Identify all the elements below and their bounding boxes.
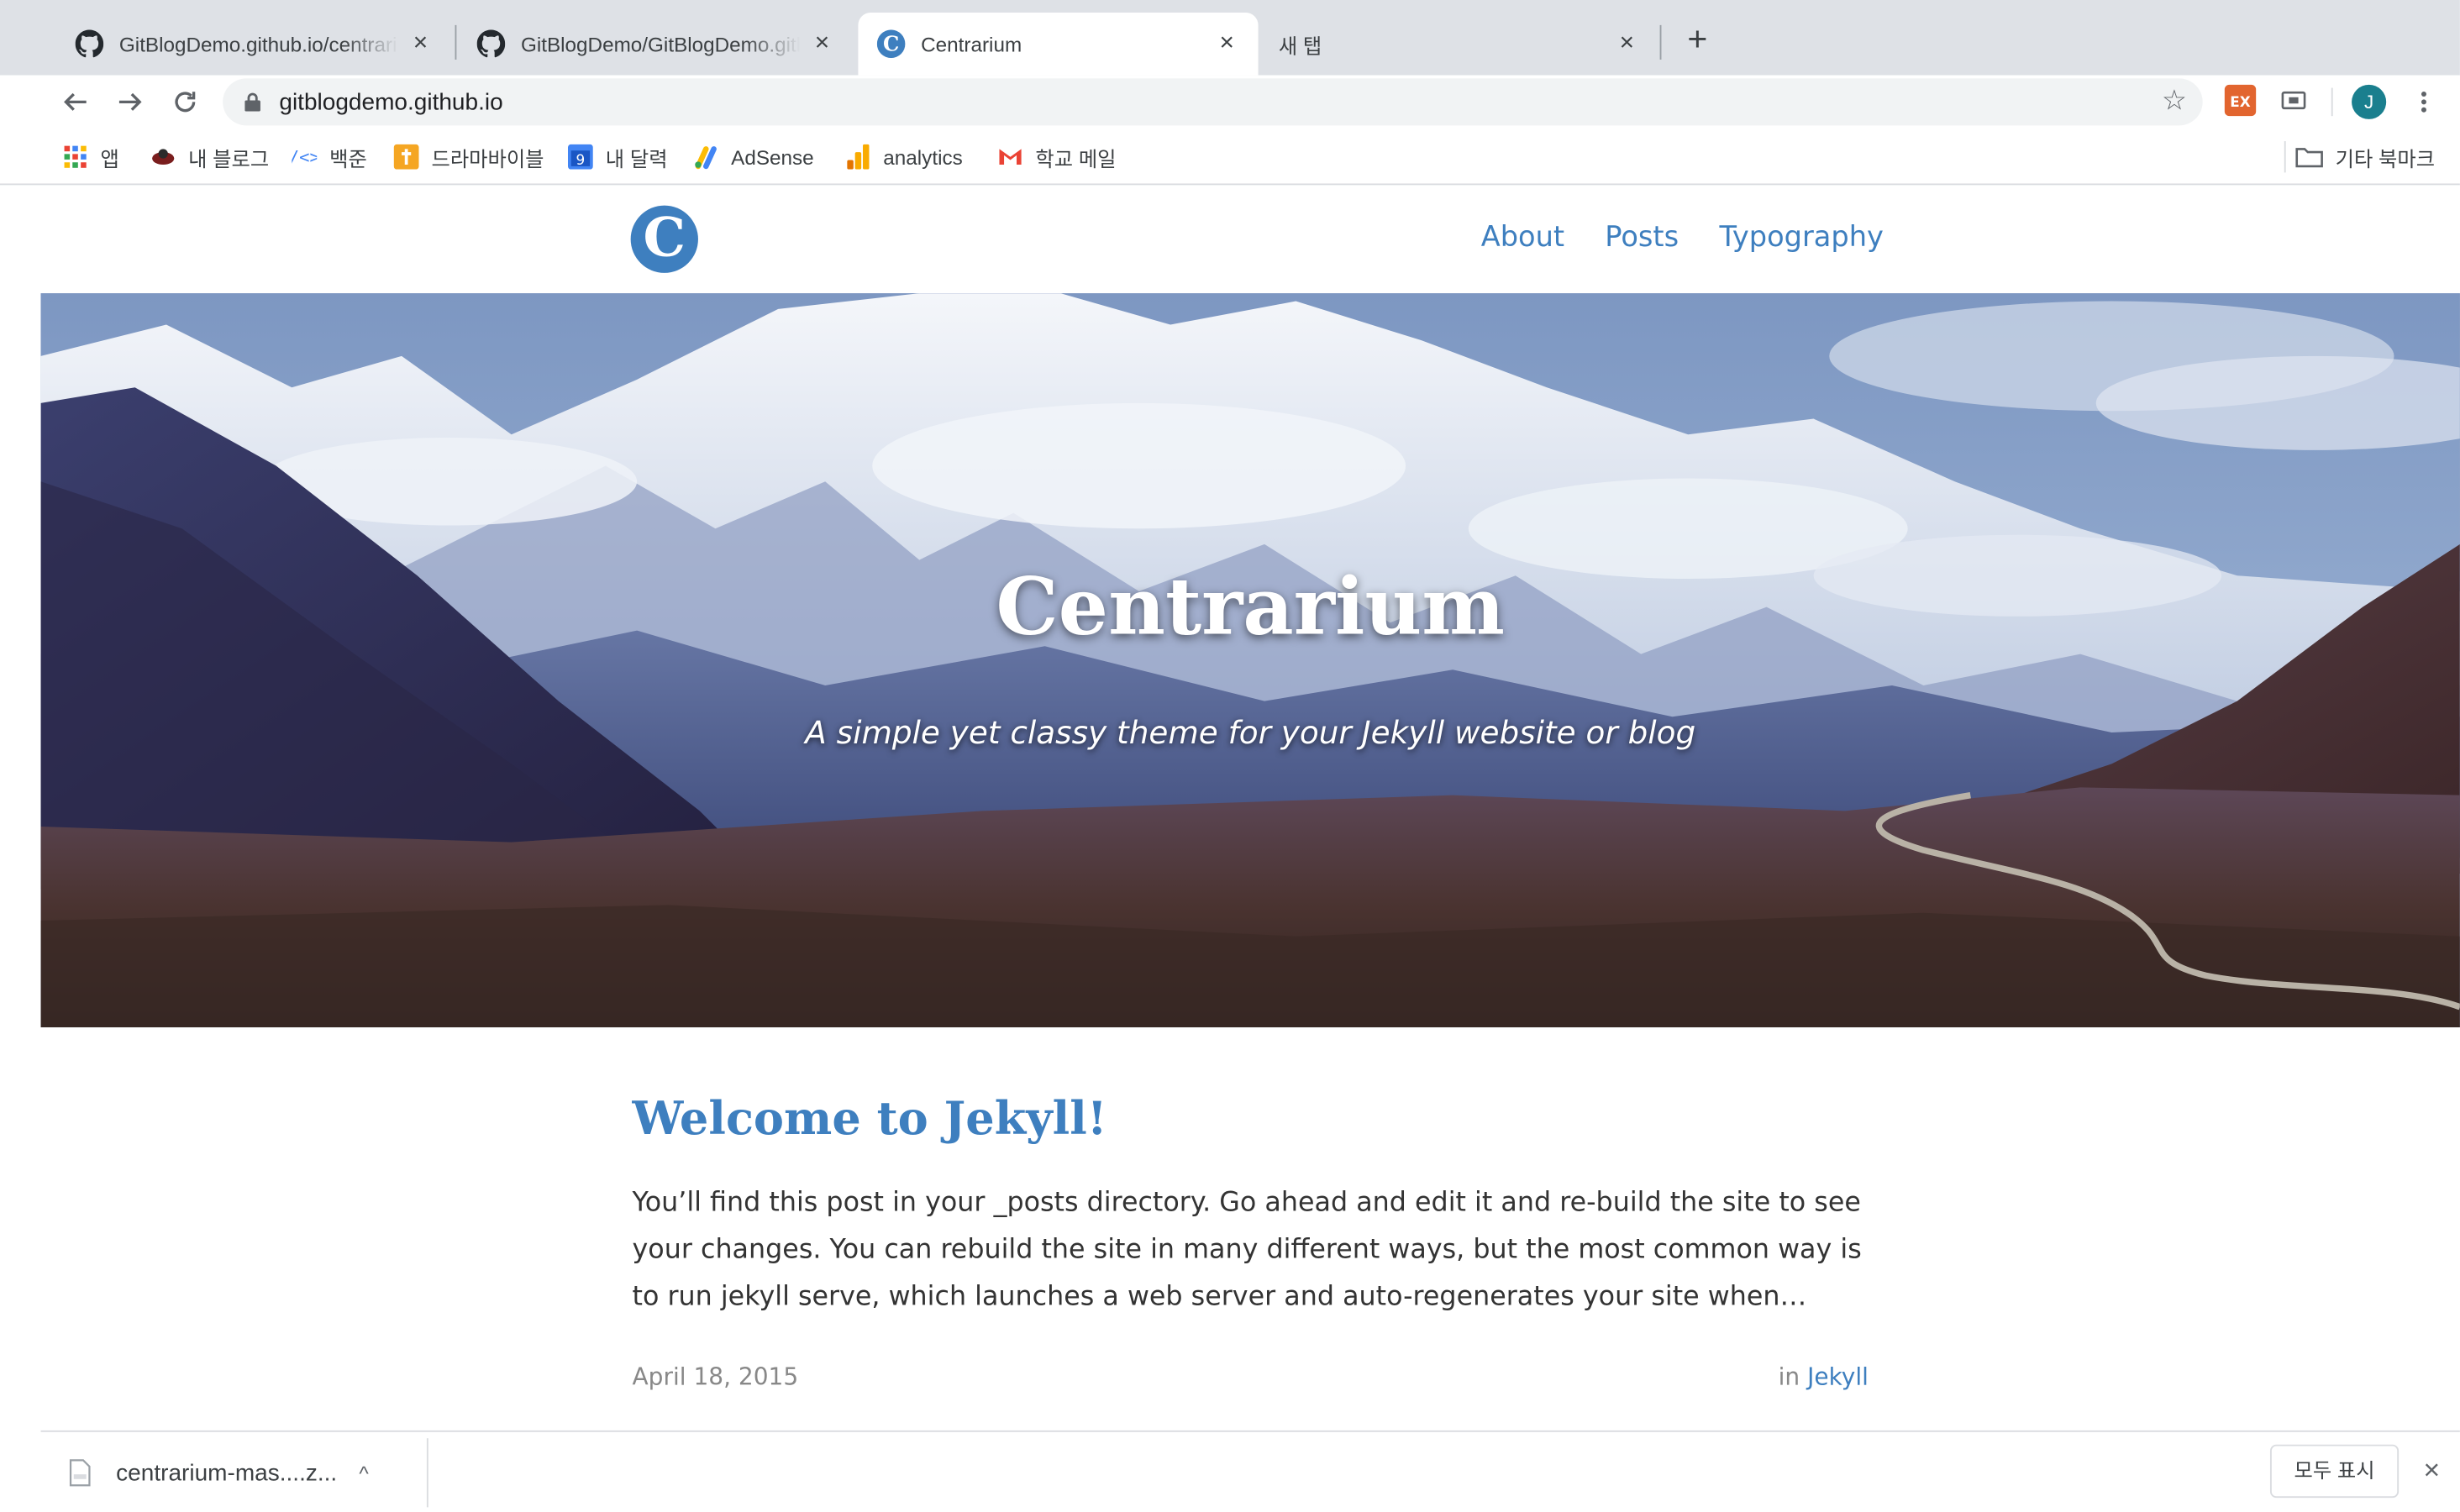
apps-grid-icon xyxy=(64,145,87,168)
mountain-landscape-image xyxy=(40,293,2460,1028)
bookmark-drama-bible[interactable]: 드라마바이블 xyxy=(393,141,544,172)
reload-button[interactable] xyxy=(165,81,206,123)
gmail-icon xyxy=(999,149,1022,165)
new-tab-button[interactable]: + xyxy=(1679,21,1716,60)
zip-file-icon xyxy=(69,1459,91,1487)
ex-extension-glyph: EX xyxy=(2230,93,2250,110)
bookmark-label: 내 블로그 xyxy=(188,146,270,171)
bookmark-my-blog[interactable]: 내 블로그 xyxy=(150,141,269,172)
close-icon[interactable]: × xyxy=(810,30,835,56)
bookmark-label: analytics xyxy=(883,144,963,169)
category-prefix: in xyxy=(1778,1362,1800,1392)
hero-banner: Centrarium A simple yet classy theme for… xyxy=(40,293,2460,1028)
bookmark-label: 앱 xyxy=(100,146,119,171)
avatar[interactable]: J xyxy=(2352,84,2387,119)
tab-centrarium[interactable]: C Centrarium × xyxy=(858,12,1259,76)
arrow-left-icon xyxy=(64,92,87,111)
tab-new-tab[interactable]: 새 탭 × xyxy=(1259,13,1658,76)
menu-button[interactable] xyxy=(2404,81,2445,123)
show-all-button[interactable]: 모두 표시 xyxy=(2269,1444,2400,1499)
post-preview: Welcome to Jekyll! You’ll find this post… xyxy=(633,1092,1872,1321)
close-icon[interactable]: × xyxy=(1214,30,1239,56)
tab-centrarium-repo[interactable]: GitBlogDemo.github.io/centrarium × xyxy=(56,13,452,76)
post-category: in Jekyll xyxy=(1779,1363,1869,1392)
close-icon[interactable]: × xyxy=(407,30,433,56)
hero-title: Centrarium xyxy=(996,559,1506,653)
extension-cast-icon[interactable] xyxy=(2278,85,2309,116)
tab-strip: GitBlogDemo.github.io/centrarium × GitBl… xyxy=(0,0,2460,76)
nav-about[interactable]: About xyxy=(1481,221,1564,254)
cast-icon xyxy=(2281,91,2306,110)
browser-window: GitBlogDemo.github.io/centrarium × GitBl… xyxy=(0,0,2460,1512)
reload-icon xyxy=(175,92,196,113)
browser-toolbar: gitblogdemo.github.io ☆ EX xyxy=(0,75,2460,129)
tab-divider xyxy=(455,24,457,60)
post-title-link[interactable]: Welcome to Jekyll! xyxy=(633,1092,1872,1145)
star-icon[interactable]: ☆ xyxy=(2162,85,2187,118)
lock-icon xyxy=(244,92,260,112)
download-shelf: centrarium-mas....z... ^ 모두 표시 × xyxy=(40,1430,2460,1512)
bookmark-label: 드라마바이블 xyxy=(431,146,544,171)
blog-icon xyxy=(152,149,175,165)
calendar-icon: 9 xyxy=(567,144,593,170)
bookmarks-bar: 앱 내 블로그 /<> 백준 드라마바이블 9 내 달력 AdSense ana… xyxy=(0,129,2460,186)
url-text: gitblogdemo.github.io xyxy=(279,88,503,116)
bookmark-my-calendar[interactable]: 9 내 달력 xyxy=(567,141,668,172)
svg-text:EX: EX xyxy=(2230,93,2250,110)
bookmark-label: AdSense xyxy=(731,144,814,169)
tab-divider xyxy=(1659,24,1662,60)
tab-title: 새 탭 xyxy=(1278,34,1322,58)
bookmark-label: 백준 xyxy=(329,146,367,171)
svg-text:C: C xyxy=(883,32,899,56)
bookmark-baekjoon[interactable]: /<> 백준 xyxy=(292,141,366,172)
github-icon xyxy=(75,29,104,58)
centrarium-favicon-icon: C xyxy=(876,29,906,59)
address-bar[interactable]: gitblogdemo.github.io ☆ xyxy=(223,78,2203,126)
nav-posts[interactable]: Posts xyxy=(1605,221,1679,254)
adsense-icon xyxy=(695,146,717,170)
analytics-icon xyxy=(847,144,870,170)
tab-title: GitBlogDemo/GitBlogDemo.github.io xyxy=(520,32,800,56)
bookmark-school-mail[interactable]: 학교 메일 xyxy=(998,141,1117,172)
bookmark-adsense[interactable]: AdSense xyxy=(693,141,814,172)
extension-ex-icon[interactable]: EX xyxy=(2224,84,2257,117)
download-filename: centrarium-mas....z... xyxy=(116,1459,338,1487)
site-header: C About Posts Typography xyxy=(40,186,2460,294)
code-icon: /<> xyxy=(292,147,317,167)
bookmark-label: 내 달력 xyxy=(605,146,668,171)
tab-title: Centrarium xyxy=(921,32,1022,56)
post-excerpt: You’ll find this post in your _posts dir… xyxy=(632,1187,1862,1313)
bookmark-apps[interactable]: 앱 xyxy=(63,141,119,172)
logo-letter: C xyxy=(643,207,686,270)
close-icon[interactable]: × xyxy=(2416,1454,2447,1485)
calendar-day: 9 xyxy=(576,151,586,168)
nav-typography[interactable]: Typography xyxy=(1720,221,1884,254)
folder-icon xyxy=(2294,148,2323,168)
bookmark-label: 기타 북마크 xyxy=(2335,146,2436,171)
site-logo[interactable]: C xyxy=(630,205,698,273)
github-icon xyxy=(476,29,506,58)
post-meta: April 18, 2015 in Jekyll xyxy=(633,1363,1872,1398)
forward-button[interactable] xyxy=(110,81,151,123)
chevron-up-icon[interactable]: ^ xyxy=(359,1461,368,1484)
tab-title: GitBlogDemo.github.io/centrarium xyxy=(118,32,399,56)
toolbar-divider xyxy=(2331,87,2333,117)
bookmark-other[interactable]: 기타 북마크 xyxy=(2294,141,2435,172)
post-date: April 18, 2015 xyxy=(632,1362,799,1392)
close-icon[interactable]: × xyxy=(1614,30,1639,56)
arrow-right-icon xyxy=(118,92,142,111)
kebab-menu-icon xyxy=(2421,92,2426,113)
bookmark-analytics[interactable]: analytics xyxy=(845,141,963,172)
drama-icon xyxy=(393,144,419,170)
bookmarks-divider xyxy=(2284,141,2286,173)
category-link[interactable]: Jekyll xyxy=(1807,1363,1869,1392)
hero-subtitle: A simple yet classy theme for your Jekyl… xyxy=(805,713,1696,752)
download-item[interactable]: centrarium-mas....z... ^ xyxy=(69,1454,369,1492)
bookmark-label: 학교 메일 xyxy=(1035,146,1117,171)
back-button[interactable] xyxy=(55,81,96,123)
tab-gitblogdemo-repo[interactable]: GitBlogDemo/GitBlogDemo.github.io × xyxy=(458,13,854,76)
download-divider xyxy=(426,1438,428,1508)
svg-text:/<>: /<> xyxy=(292,147,317,167)
